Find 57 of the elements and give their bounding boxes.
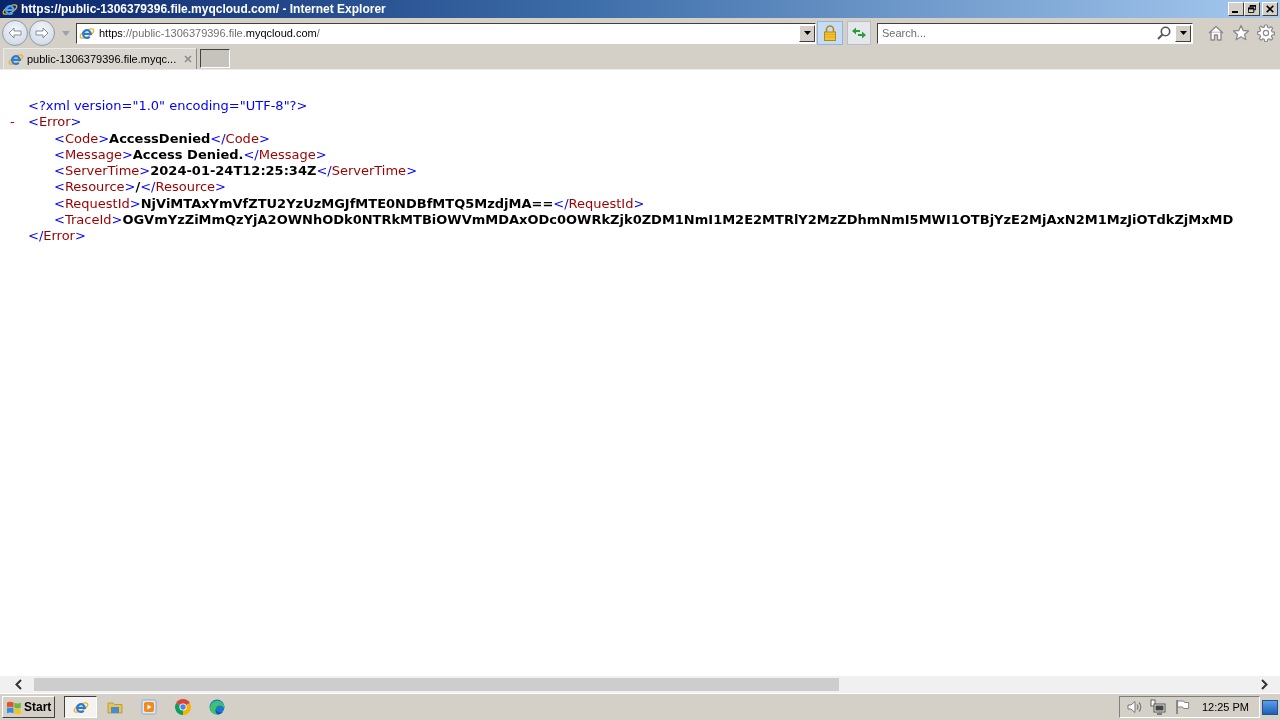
xml-line: </Error>	[28, 228, 86, 245]
start-flag-icon	[6, 699, 22, 715]
address-field[interactable]: https://public-1306379396.file.myqcloud.com/	[76, 22, 816, 44]
refresh-button[interactable]	[847, 21, 871, 45]
show-desktop-button[interactable]	[1262, 699, 1278, 715]
horizontal-scrollbar[interactable]	[0, 676, 1280, 693]
tricolor-circle-icon[interactable]	[174, 699, 191, 715]
close-icon[interactable]	[184, 55, 192, 63]
window-title: https://public-1306379396.file.myqcloud.com/ - Internet Explorer	[21, 2, 387, 16]
xml-line: <TraceId>OGVmYzZiMmQzYjA2OWNhODk0NTRkMTBiOWVmMDAxODc0OWRkZjk0ZDM1NmI1M2E2MTRlY2MzZDhmNmI5MWI1OTBjYzE2MjAxN2M1MzJiOTdkZjMxMD	[54, 212, 1234, 229]
forward-button[interactable]	[29, 20, 55, 46]
xml-line: <Error>	[28, 114, 82, 131]
xml-line: <RequestId>NjViMTAxYmVfZTU2YzUzMGJfMTE0NDBfMTQ5MzdjMA==</RequestId>	[54, 195, 645, 213]
back-arrow-icon	[8, 27, 22, 39]
close-icon	[1266, 5, 1274, 13]
restore-icon	[1248, 5, 1256, 13]
speaker-icon[interactable]	[1125, 699, 1142, 715]
start-button[interactable]: Start	[2, 696, 56, 718]
xml-line: <ServerTime>2024-01-24T12:25:34Z</ServerTime>	[54, 163, 418, 180]
minimize-button[interactable]	[1228, 2, 1244, 16]
caret-icon	[803, 31, 811, 35]
forward-arrow-icon	[35, 27, 49, 39]
network-icon[interactable]	[1149, 699, 1166, 715]
collapse-toggle[interactable]: -	[10, 114, 15, 130]
e-logo-icon	[8, 51, 24, 67]
star-icon[interactable]	[1232, 24, 1250, 42]
e-logo-icon	[2, 1, 18, 17]
scroll-thumb[interactable]	[34, 678, 839, 691]
scroll-left-icon[interactable]	[15, 679, 22, 690]
home-icon[interactable]	[1207, 24, 1225, 42]
close-button[interactable]	[1262, 2, 1278, 16]
xml-line: <Message>Access Denied.</Message>	[54, 146, 327, 164]
settings-icon[interactable]	[1257, 24, 1275, 42]
play-tile-icon[interactable]	[140, 699, 157, 715]
clock-time[interactable]: 12:25 PM	[1201, 701, 1249, 713]
e-logo-icon	[72, 699, 89, 715]
xml-line: <Code>AccessDenied</Code>	[54, 130, 270, 147]
restore-button[interactable]	[1244, 2, 1260, 16]
padlock-icon	[823, 25, 837, 41]
taskbar-button[interactable]	[64, 696, 98, 718]
caret-icon	[1179, 31, 1187, 35]
back-button[interactable]	[2, 20, 28, 46]
tab-label: public-1306379396.file.myqc...	[27, 53, 178, 65]
dropdown-button[interactable]	[799, 24, 815, 42]
new-tab-button[interactable]	[200, 49, 230, 68]
e-logo-icon	[79, 25, 95, 41]
browser-tab[interactable]: public-1306379396.file.myqc...	[3, 48, 197, 69]
search-icon[interactable]	[1157, 25, 1171, 40]
xml-line: <Resource>/</Resource>	[54, 179, 226, 196]
swap-arrows-icon	[851, 26, 867, 40]
swirl-logo-icon[interactable]	[208, 699, 225, 715]
folder-icon[interactable]	[106, 699, 123, 715]
flag-icon[interactable]	[1173, 699, 1190, 715]
url-text: https://public-1306379396.file.myqcloud.com/	[99, 27, 321, 39]
scroll-right-icon[interactable]	[1261, 679, 1268, 690]
xml-declaration: <?xml version="1.0" encoding="UTF-8"?>	[28, 98, 308, 115]
search-field[interactable]: Search...	[877, 22, 1193, 44]
